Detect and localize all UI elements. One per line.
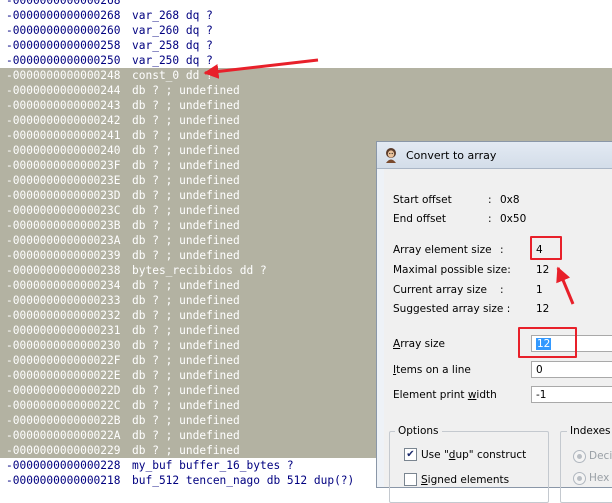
- annotation-arrow-max-size: [556, 266, 575, 305]
- annotation-arrows: [203, 58, 575, 305]
- annotation-arrow-const0: [203, 58, 319, 79]
